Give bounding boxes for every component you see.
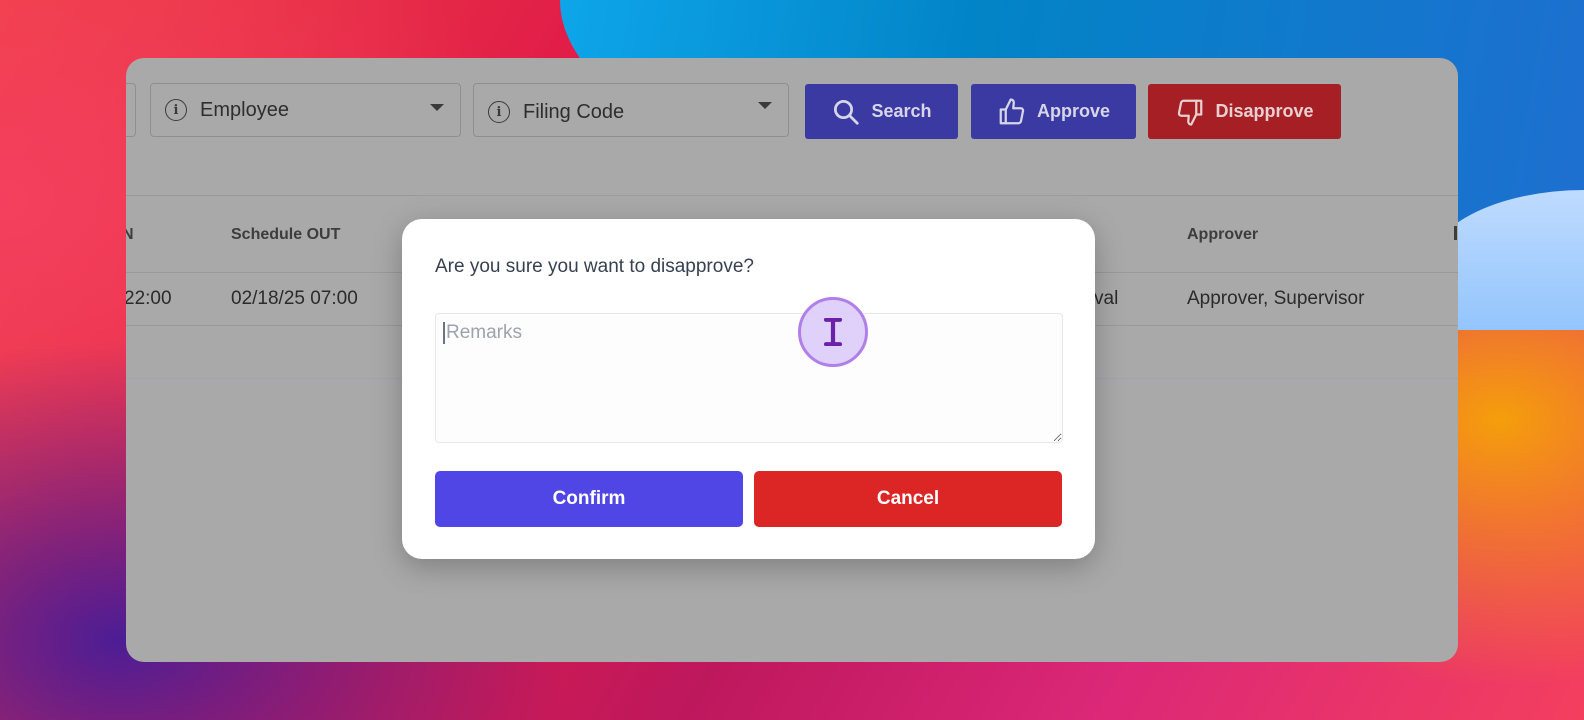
employee-filter[interactable]: i Employee xyxy=(150,83,461,137)
thumbs-up-icon xyxy=(999,97,1025,124)
chevron-down-icon xyxy=(430,104,444,111)
col-header-next-partial xyxy=(1454,226,1457,240)
filter-partial-left[interactable] xyxy=(126,83,136,137)
disapprove-dialog: Are you sure you want to disapprove? Con… xyxy=(402,219,1095,559)
remarks-textarea[interactable] xyxy=(435,313,1063,443)
text-caret xyxy=(443,322,445,344)
search-icon xyxy=(834,99,860,125)
disapprove-button[interactable]: Disapprove xyxy=(1148,84,1341,139)
dialog-title: Are you sure you want to disapprove? xyxy=(435,256,754,277)
approve-button-label: Approve xyxy=(1036,101,1110,121)
thumbs-down-icon xyxy=(1178,99,1203,126)
cell-approver: Approver, Supervisor xyxy=(1187,288,1365,309)
chevron-down-icon xyxy=(758,102,772,109)
cell-schedule-out: 02/18/25 07:00 xyxy=(231,288,358,309)
text-cursor-icon xyxy=(798,297,868,367)
i-beam-glyph xyxy=(823,318,843,346)
col-header-schedule-out: Schedule OUT xyxy=(231,226,341,243)
filing-code-filter[interactable]: i Filing Code xyxy=(473,83,789,137)
employee-filter-label: Employee xyxy=(200,98,289,121)
cell-status: val xyxy=(1094,288,1119,309)
disapprove-button-label: Disapprove xyxy=(1215,101,1314,121)
approve-button[interactable]: Approve xyxy=(971,84,1136,139)
filing-code-filter-label: Filing Code xyxy=(523,100,625,123)
col-header-approver: Approver xyxy=(1187,226,1259,243)
info-icon: i xyxy=(165,99,187,121)
search-button-label: Search xyxy=(871,101,932,121)
confirm-button[interactable]: Confirm xyxy=(435,471,743,527)
cell-schedule-in: 22:00 xyxy=(126,288,172,309)
search-button[interactable]: Search xyxy=(805,84,958,139)
cancel-button[interactable]: Cancel xyxy=(754,471,1062,527)
table-top-divider xyxy=(126,195,1458,196)
col-header-schedule-in: N xyxy=(126,226,134,243)
info-icon: i xyxy=(488,101,510,123)
